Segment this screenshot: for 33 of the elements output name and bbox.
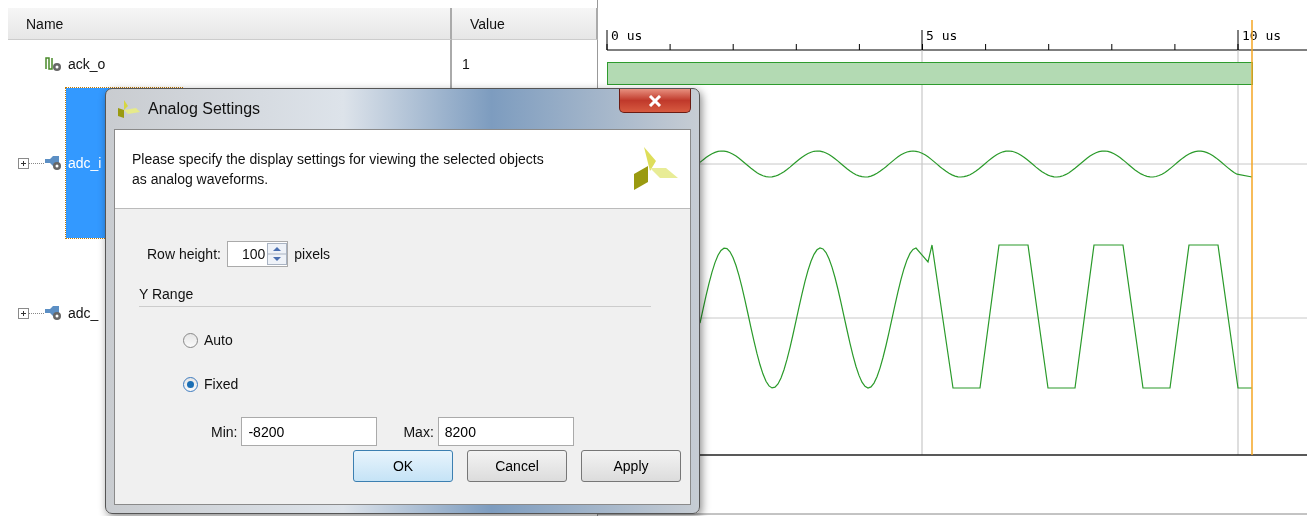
bus-signal-icon: [44, 155, 62, 171]
field-label: Row height:: [147, 246, 221, 262]
radio-option[interactable]: Fixed: [183, 373, 681, 395]
section-heading: Y Range: [139, 286, 195, 302]
dialog-description: Please specify the display settings for viewing the selected objects as analog waveforms.: [132, 150, 545, 189]
expand-icon[interactable]: [18, 307, 44, 319]
dialog-button[interactable]: OK: [353, 450, 453, 482]
bus-signal-icon: [44, 305, 62, 321]
spin-arrows-icon[interactable]: [267, 243, 288, 265]
column-header[interactable]: Value: [452, 8, 598, 40]
time-label: 5 us: [926, 28, 958, 43]
column-header[interactable]: Name: [8, 8, 452, 40]
close-button[interactable]: [619, 89, 691, 113]
field-label: Max:: [403, 423, 434, 440]
signal-name[interactable]: ack_o: [66, 40, 182, 88]
radio-option[interactable]: Auto: [183, 329, 681, 351]
bit-signal-icon: [44, 56, 62, 72]
logo-icon: [632, 146, 680, 192]
signal-value: 1: [462, 56, 470, 72]
row-height-spinner[interactable]: 100: [226, 241, 289, 267]
close-icon: [648, 94, 662, 107]
dialog-button[interactable]: Apply: [581, 450, 681, 482]
logo-icon: [116, 98, 140, 120]
dialog-button[interactable]: Cancel: [467, 450, 567, 482]
radio-button[interactable]: [183, 376, 198, 392]
min-field[interactable]: -8200: [241, 417, 378, 446]
field-label: Min:: [211, 423, 238, 440]
expand-icon[interactable]: [18, 157, 44, 169]
radio-button[interactable]: [183, 332, 198, 348]
max-field[interactable]: 8200: [437, 417, 574, 446]
dialog-title: Analog Settings: [148, 100, 262, 118]
time-label: 0 us: [611, 28, 643, 43]
unit-label: pixels: [294, 246, 331, 262]
